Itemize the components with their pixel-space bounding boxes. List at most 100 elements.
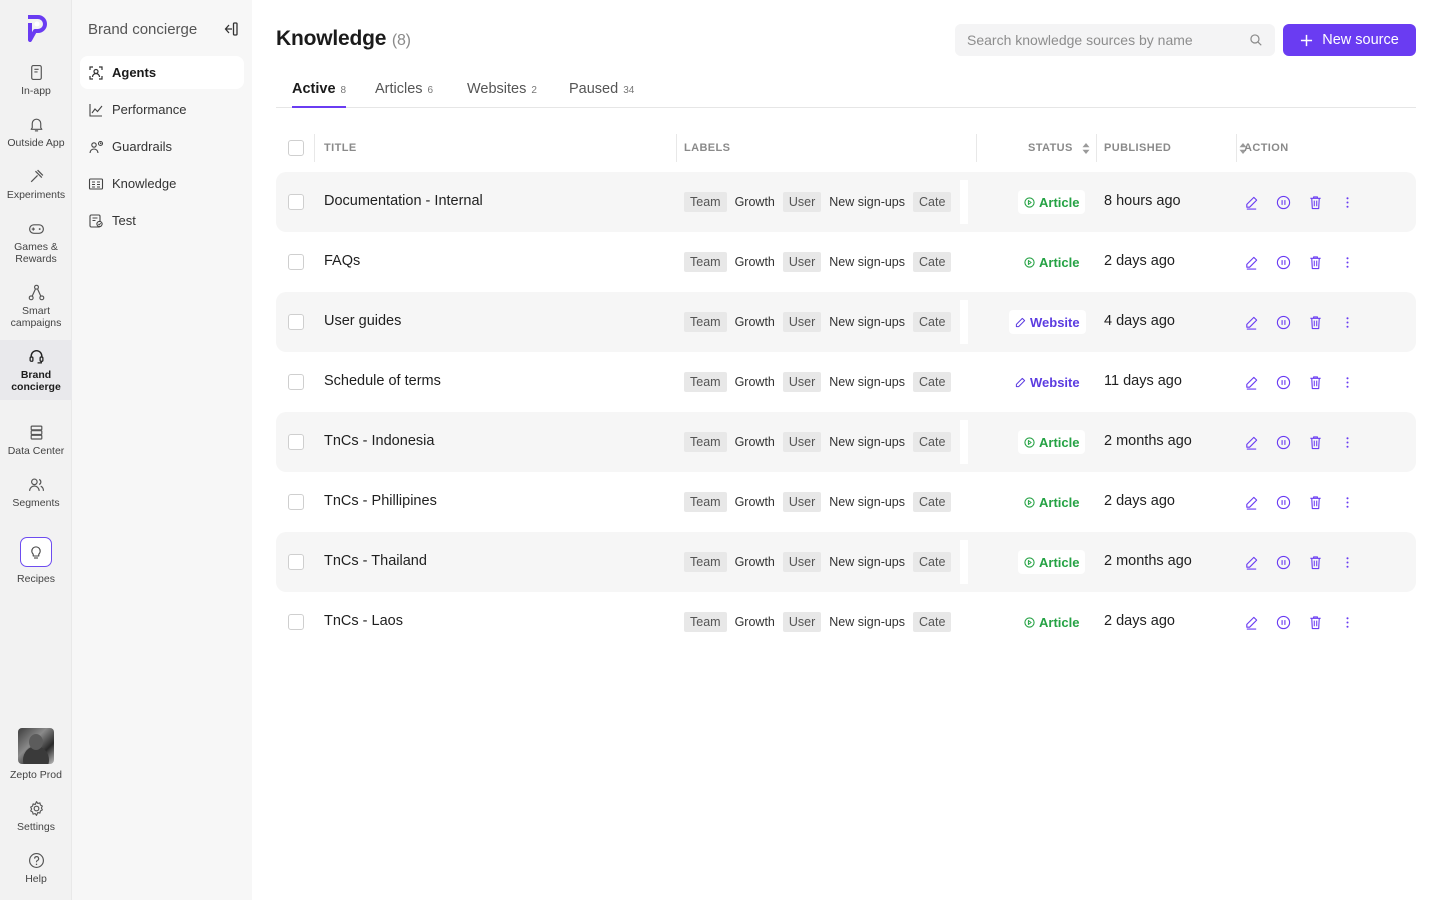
rail-item-in-app[interactable]: In-app — [0, 64, 72, 97]
edit-button[interactable] — [1243, 253, 1259, 271]
sidebar-item-performance[interactable]: Performance — [80, 93, 244, 126]
column-header-status[interactable]: STATUS — [1028, 142, 1090, 154]
plus-icon — [1301, 34, 1313, 46]
table-row[interactable]: TnCs - Thailand Team Growth User New sig… — [276, 532, 1416, 592]
delete-button[interactable] — [1307, 553, 1323, 571]
play-circle-icon — [1024, 436, 1035, 448]
row-title[interactable]: TnCs - Laos — [324, 613, 403, 629]
more-options-button[interactable] — [1339, 193, 1355, 211]
tab-websites[interactable]: Websites 2 — [467, 81, 537, 108]
pause-button[interactable] — [1275, 253, 1291, 271]
sidebar-item-agents[interactable]: Agents — [80, 56, 244, 89]
delete-button[interactable] — [1307, 613, 1323, 631]
select-all-checkbox[interactable] — [288, 140, 304, 156]
pause-button[interactable] — [1275, 433, 1291, 451]
edit-button[interactable] — [1243, 193, 1259, 211]
row-checkbox[interactable] — [288, 194, 304, 210]
new-source-button[interactable]: New source — [1283, 24, 1416, 56]
tab-articles[interactable]: Articles 6 — [375, 81, 433, 108]
table-row[interactable]: Schedule of terms Team Growth User New s… — [276, 352, 1416, 412]
column-header-published[interactable]: PUBLISHED — [1104, 142, 1247, 154]
more-options-button[interactable] — [1339, 373, 1355, 391]
edit-button[interactable] — [1243, 493, 1259, 511]
table-row[interactable]: Documentation - Internal Team Growth Use… — [276, 172, 1416, 232]
row-checkbox[interactable] — [288, 254, 304, 270]
delete-button[interactable] — [1307, 493, 1323, 511]
pencil-icon — [1245, 436, 1257, 450]
pause-button[interactable] — [1275, 373, 1291, 391]
table-row[interactable]: FAQs Team Growth User New sign-ups Cate … — [276, 232, 1416, 292]
search-input[interactable] — [967, 32, 1249, 48]
pause-button[interactable] — [1275, 493, 1291, 511]
edit-button[interactable] — [1243, 613, 1259, 631]
tab-paused[interactable]: Paused 34 — [569, 81, 634, 108]
row-labels: Team Growth User New sign-ups Cate — [684, 432, 968, 452]
sidebar-item-guardrails[interactable]: Guardrails — [80, 130, 244, 163]
label-chip: Growth — [734, 495, 775, 509]
table-row[interactable]: TnCs - Phillipines Team Growth User New … — [276, 472, 1416, 532]
row-checkbox[interactable] — [288, 374, 304, 390]
row-checkbox[interactable] — [288, 614, 304, 630]
rail-item-settings[interactable]: Settings — [0, 800, 72, 833]
rail-item-outside-app[interactable]: Outside App — [0, 116, 72, 149]
search-icon[interactable] — [1249, 33, 1263, 47]
status-badge: Article — [1018, 190, 1086, 214]
profile-switcher[interactable]: Zepto Prod — [0, 728, 72, 781]
rail-item-recipes[interactable]: Recipes — [0, 537, 72, 585]
row-title[interactable]: FAQs — [324, 253, 360, 269]
row-title[interactable]: User guides — [324, 313, 401, 329]
row-actions — [1243, 373, 1355, 391]
trash-icon — [1309, 195, 1321, 209]
rail-item-games-rewards[interactable]: Games & Rewards — [0, 220, 72, 265]
rail-item-data-center[interactable]: Data Center — [0, 424, 72, 457]
row-title[interactable]: TnCs - Indonesia — [324, 433, 434, 449]
pause-button[interactable] — [1275, 193, 1291, 211]
row-title[interactable]: Schedule of terms — [324, 373, 441, 389]
sidebar-item-knowledge[interactable]: Knowledge — [80, 167, 244, 200]
rail-item-segments[interactable]: Segments — [0, 476, 72, 509]
rail-item-experiments[interactable]: Experiments — [0, 168, 72, 201]
kebab-menu-icon — [1345, 316, 1349, 328]
table-row[interactable]: TnCs - Indonesia Team Growth User New si… — [276, 412, 1416, 472]
pause-button[interactable] — [1275, 313, 1291, 331]
row-title[interactable]: Documentation - Internal — [324, 193, 483, 209]
label-chip: Team — [684, 312, 727, 332]
rail-item-help[interactable]: Help — [0, 852, 72, 885]
brand-logo-icon[interactable] — [24, 14, 48, 42]
edit-button[interactable] — [1243, 553, 1259, 571]
edit-button[interactable] — [1243, 433, 1259, 451]
sidebar-item-test[interactable]: Test — [80, 204, 244, 237]
edit-button[interactable] — [1243, 313, 1259, 331]
tab-active[interactable]: Active 8 — [292, 81, 347, 108]
more-options-button[interactable] — [1339, 553, 1355, 571]
delete-button[interactable] — [1307, 193, 1323, 211]
more-options-button[interactable] — [1339, 313, 1355, 331]
pause-button[interactable] — [1275, 553, 1291, 571]
collapse-sidebar-button[interactable] — [222, 20, 240, 38]
delete-button[interactable] — [1307, 433, 1323, 451]
edit-button[interactable] — [1243, 373, 1259, 391]
delete-button[interactable] — [1307, 373, 1323, 391]
guardrails-icon — [89, 140, 104, 153]
rail-item-brand-concierge[interactable]: Brand concierge — [0, 340, 72, 400]
table-row[interactable]: User guides Team Growth User New sign-up… — [276, 292, 1416, 352]
more-options-button[interactable] — [1339, 493, 1355, 511]
row-checkbox[interactable] — [288, 314, 304, 330]
more-options-button[interactable] — [1339, 253, 1355, 271]
delete-button[interactable] — [1307, 253, 1323, 271]
search-bar[interactable] — [955, 24, 1275, 56]
row-title[interactable]: TnCs - Phillipines — [324, 493, 437, 509]
pause-button[interactable] — [1275, 613, 1291, 631]
more-options-button[interactable] — [1339, 433, 1355, 451]
delete-button[interactable] — [1307, 313, 1323, 331]
row-checkbox[interactable] — [288, 554, 304, 570]
row-checkbox[interactable] — [288, 434, 304, 450]
more-options-button[interactable] — [1339, 613, 1355, 631]
row-title[interactable]: TnCs - Thailand — [324, 553, 427, 569]
rail-item-smart-campaigns[interactable]: Smart campaigns — [0, 284, 72, 329]
row-actions — [1243, 193, 1355, 211]
label-chip: Cate — [913, 552, 952, 572]
table-row[interactable]: TnCs - Laos Team Growth User New sign-up… — [276, 592, 1416, 652]
row-checkbox[interactable] — [288, 494, 304, 510]
sort-icon[interactable] — [1082, 142, 1090, 154]
